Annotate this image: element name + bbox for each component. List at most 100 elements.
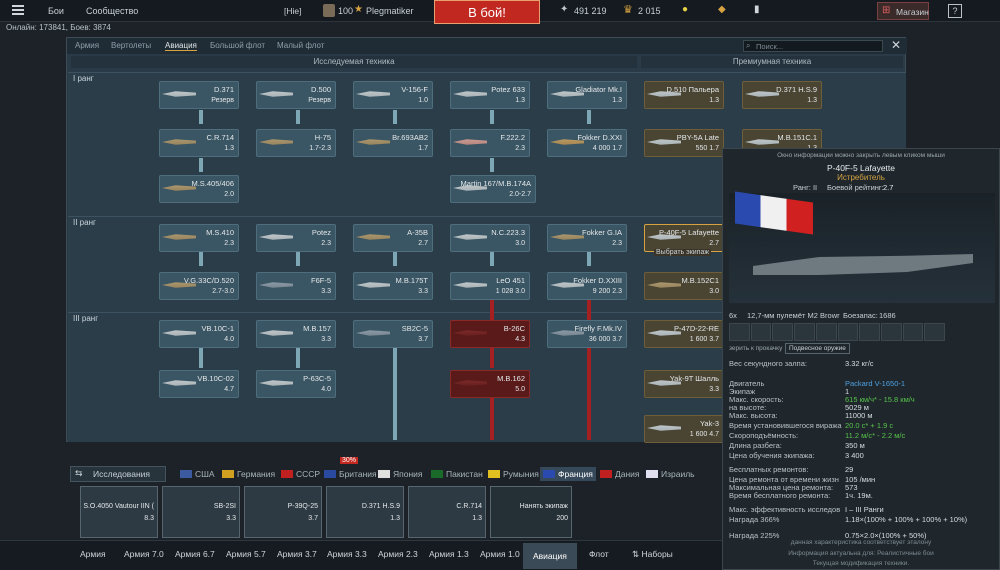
vehicle-card-d371[interactable]: D.371 Резерв (159, 81, 239, 109)
rank-label-3[interactable]: III ранг (73, 314, 98, 323)
vehicle-card-a35b[interactable]: A-35B 2.7 (353, 224, 433, 252)
vehicle-card-fokker-dxxiii[interactable]: Fokker D.XXIII 9 200 2.3 (547, 272, 627, 300)
crew-slot[interactable]: SB-2SI 3.3 (162, 486, 240, 538)
menu-icon[interactable] (12, 5, 24, 15)
mod-slot[interactable] (902, 323, 924, 341)
crew-slot[interactable]: S.O.4050 Vautour IIN (8.3 (80, 486, 158, 538)
mod-slot[interactable] (750, 323, 772, 341)
nation-pakistan[interactable]: Пакистан (431, 469, 483, 479)
tab-preset[interactable]: Армия 6.7 (175, 549, 215, 559)
nation-germany[interactable]: Германия (222, 469, 275, 479)
vehicle-card-fokker-g1a[interactable]: Fokker G.IA 2.3 (547, 224, 627, 252)
vehicle-card-p63c5[interactable]: P-63C-5 4.0 (256, 370, 336, 398)
tab-aviation[interactable]: Авиация (165, 41, 197, 51)
lightbulb-icon[interactable]: ● (682, 4, 688, 15)
vehicle-card-yak9t[interactable]: Yak-9T Шалль 3.3 (644, 370, 724, 398)
vehicle-card-d371-hs9[interactable]: D.371 H.S.9 1.3 (742, 81, 822, 109)
suspended-weapons-button[interactable]: Подвесное оружие (785, 343, 850, 354)
vehicle-card-ms405[interactable]: M.S.405/406 2.0 (159, 175, 239, 203)
vehicle-card-vb10c02[interactable]: VB.10C-02 4.7 (159, 370, 239, 398)
research-button[interactable]: зерить к прокачку (729, 345, 782, 352)
vehicle-card-pby5a[interactable]: PBY-5A Late 550 1.7 (644, 129, 724, 157)
chest-icon[interactable]: ◆ (718, 4, 726, 15)
tab-bluewater-fleet[interactable]: Большой флот (210, 41, 265, 50)
sets-button[interactable]: ⇅ Наборы (632, 549, 673, 560)
vehicle-card-fokker-dxxi[interactable]: Fokker D.XXI 4 000 1.7 (547, 129, 627, 157)
vehicle-card-nc223[interactable]: N.C.223.3 3.0 (450, 224, 530, 252)
vehicle-card-yak3[interactable]: Yak-3 1 600 4.7 (644, 415, 724, 443)
vehicle-card-p40f-lafayette[interactable]: P-40F-5 Lafayette 2.7 (644, 224, 724, 252)
nation-usa[interactable]: США (180, 469, 215, 479)
tab-preset[interactable]: Армия 2.3 (378, 549, 418, 559)
crew-slot[interactable]: D.371 H.S.9 1.3 (326, 486, 404, 538)
vehicle-card-h75[interactable]: H-75 1.7-2.3 (256, 129, 336, 157)
vehicle-card-gladiator[interactable]: Gladiator Mk.I 1.3 (547, 81, 627, 109)
vehicle-card-d510[interactable]: D.510 Пальера 1.3 (644, 81, 724, 109)
vehicle-card-firefly[interactable]: Firefly F.Mk.IV 36 000 3.7 (547, 320, 627, 348)
nation-japan[interactable]: Япония (378, 469, 423, 479)
nav-battles[interactable]: Бои (48, 6, 64, 16)
search-input[interactable]: ⌕ Поиск... (743, 40, 883, 52)
tab-preset[interactable]: Флот (589, 549, 609, 559)
tab-preset-active[interactable]: Авиация (523, 543, 577, 569)
nation-romania[interactable]: Румыния (488, 469, 539, 479)
nation-israel[interactable]: Израиль (646, 469, 695, 479)
tab-army[interactable]: Армия (75, 41, 99, 50)
nation-france[interactable]: Франция (540, 467, 596, 481)
select-crew-hint[interactable]: Выбрать экипаж (654, 249, 712, 256)
vehicle-card-f222[interactable]: F.222.2 2.3 (450, 129, 530, 157)
username[interactable]: Plegmatiker (366, 6, 414, 16)
vehicle-card-ms410[interactable]: M.S.410 2.3 (159, 224, 239, 252)
tab-preset[interactable]: Армия (80, 549, 106, 559)
vehicle-card-d500[interactable]: D.500 Резерв (256, 81, 336, 109)
vehicle-card-sb2c5[interactable]: SB2C-5 3.7 (353, 320, 433, 348)
nation-denmark[interactable]: Дания (600, 469, 640, 479)
vehicle-card-mb175t[interactable]: M.B.175T 3.3 (353, 272, 433, 300)
nav-community[interactable]: Сообщество (86, 6, 138, 16)
vehicle-card-vb10c1[interactable]: VB.10C-1 4.0 (159, 320, 239, 348)
research-button[interactable]: ⇆ Исследования (70, 466, 166, 482)
tab-preset[interactable]: Армия 3.7 (277, 549, 317, 559)
vehicle-card-mb152[interactable]: M.B.152C1 3.0 (644, 272, 724, 300)
avatar[interactable] (323, 4, 335, 17)
coupon-icon[interactable]: ▮ (754, 4, 760, 15)
crew-slot[interactable]: P-39Q-25 3.7 (244, 486, 322, 538)
vehicle-card-leo451[interactable]: LeO 451 1 028 3.0 (450, 272, 530, 300)
shop-button[interactable]: ⊞ Магазин (877, 2, 929, 20)
close-icon[interactable]: ✕ (891, 38, 901, 52)
tab-preset[interactable]: Армия 1.0 (480, 549, 520, 559)
crew-slot[interactable]: C.R.714 1.3 (408, 486, 486, 538)
vehicle-card-cr714[interactable]: C.R.714 1.3 (159, 129, 239, 157)
rank-label-2[interactable]: II ранг (73, 218, 96, 227)
mod-slot[interactable] (794, 323, 815, 341)
vehicle-card-martin167[interactable]: Martin 167/M.B.174A 2.0-2.7 (450, 175, 536, 203)
vehicle-card-vg33[interactable]: V.G.33C/D.520 2.7-3.0 (159, 272, 239, 300)
hire-crew-slot[interactable]: Нанять экипаж 200 (490, 486, 572, 538)
mod-slot[interactable] (837, 323, 859, 341)
tab-helicopters[interactable]: Вертолеты (111, 41, 151, 50)
vehicle-card-potez[interactable]: Potez 2.3 (256, 224, 336, 252)
tab-preset[interactable]: Армия 3.3 (327, 549, 367, 559)
mod-slot[interactable] (772, 323, 794, 341)
mod-slot[interactable] (815, 323, 837, 341)
nation-britain[interactable]: Британия (324, 469, 377, 479)
vehicle-card-v156f[interactable]: V-156-F 1.0 (353, 81, 433, 109)
tab-preset[interactable]: Армия 1.3 (429, 549, 469, 559)
vehicle-card-mb162[interactable]: M.B.162 5.0 (450, 370, 530, 398)
vehicle-card-p47d[interactable]: P-47D-22-RE 1 600 3.7 (644, 320, 724, 348)
vehicle-card-potez633[interactable]: Potez 633 1.3 (450, 81, 530, 109)
vehicle-card-f6f5[interactable]: F6F-5 3.3 (256, 272, 336, 300)
help-button[interactable]: ? (948, 4, 962, 18)
vehicle-card-b26c[interactable]: B-26C 4.3 (450, 320, 530, 348)
nation-ussr[interactable]: СССР (281, 469, 320, 479)
vehicle-card-mb157[interactable]: M.B.157 3.3 (256, 320, 336, 348)
tab-preset[interactable]: Армия 7.0 (124, 549, 164, 559)
mod-slot[interactable] (859, 323, 880, 341)
vehicle-card-br693[interactable]: Br.693AB2 1.7 (353, 129, 433, 157)
tab-coastal-fleet[interactable]: Малый флот (277, 41, 324, 50)
mod-slot[interactable] (924, 323, 946, 341)
rank-label-1[interactable]: I ранг (73, 74, 94, 83)
mod-slot[interactable] (880, 323, 902, 341)
tab-preset[interactable]: Армия 5.7 (226, 549, 266, 559)
mod-slot[interactable] (729, 323, 750, 341)
